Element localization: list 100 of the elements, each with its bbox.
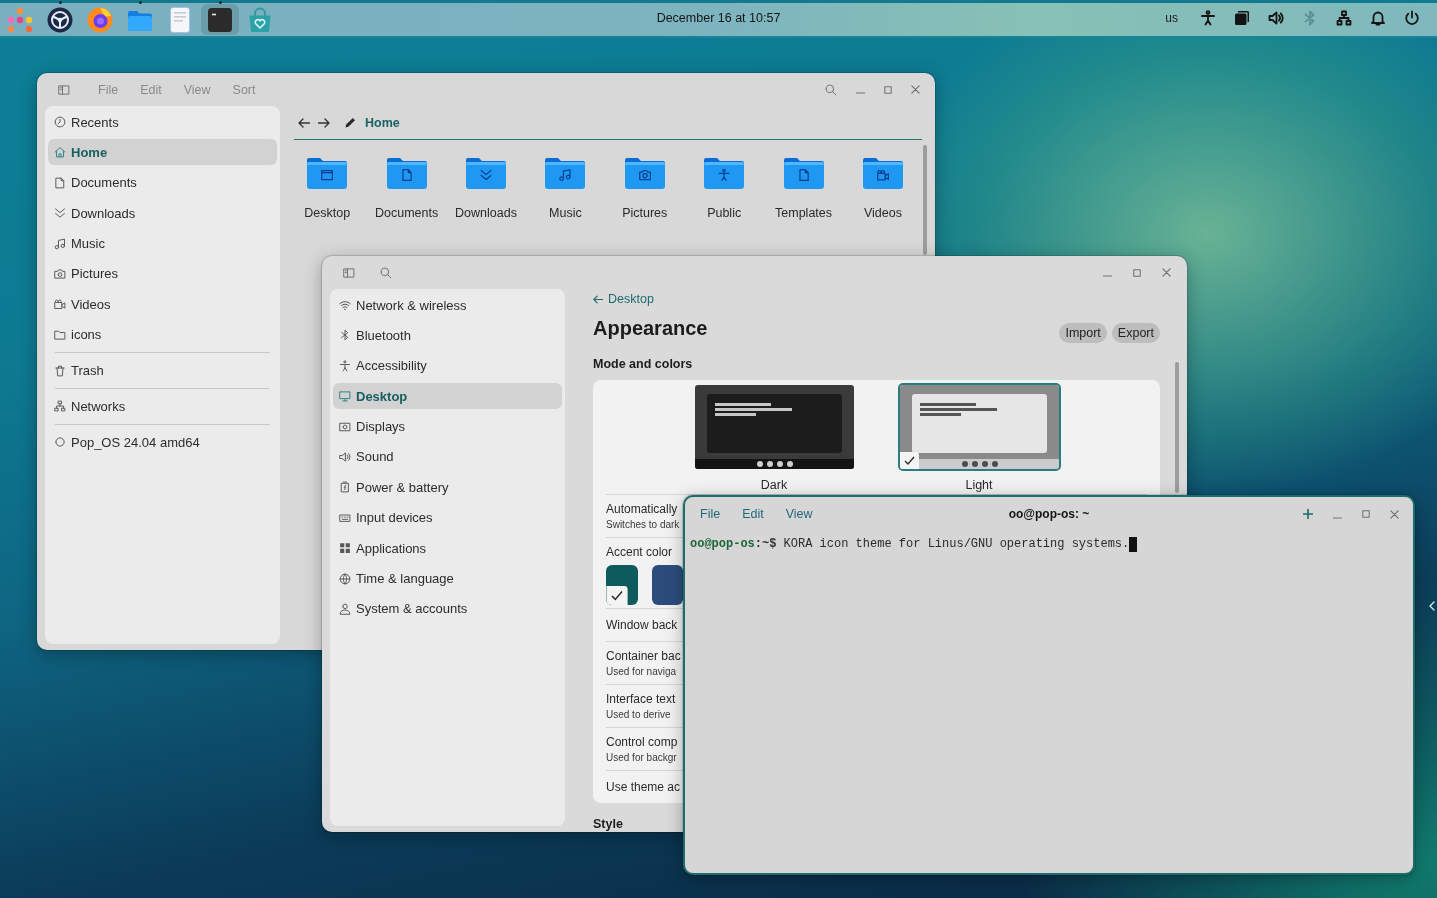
close-icon[interactable] — [911, 85, 920, 94]
terminal-icon — [207, 6, 233, 33]
pencil-icon[interactable] — [345, 117, 356, 128]
scrollbar-thumb[interactable] — [1175, 362, 1179, 493]
maximize-icon[interactable] — [884, 85, 892, 94]
sidebar-item[interactable]: Displays — [333, 413, 562, 440]
sidebar-item[interactable]: Time & language — [333, 565, 562, 592]
person-icon[interactable] — [1200, 10, 1216, 26]
stacked-squares-icon[interactable] — [1234, 10, 1250, 26]
folder-item[interactable]: Templates — [763, 157, 844, 221]
sidebar-item[interactable]: Trash — [48, 357, 277, 384]
search-icon[interactable] — [825, 83, 837, 96]
document-icon — [54, 176, 66, 189]
plus-icon[interactable] — [1303, 509, 1313, 519]
sidebar-item[interactable]: Pictures — [48, 260, 277, 287]
sidebar-toggle-icon[interactable] — [58, 83, 70, 96]
setting-title: Container bac — [606, 648, 681, 665]
forward-arrow-icon[interactable] — [318, 117, 330, 128]
sidebar-item[interactable]: Bluetooth — [333, 322, 562, 349]
chevron-icon[interactable] — [1429, 601, 1435, 611]
folder-icon — [307, 157, 348, 189]
folder-item[interactable]: Pictures — [605, 157, 685, 221]
page-title: Appearance — [593, 316, 708, 341]
folder-icon — [545, 157, 586, 189]
sidebar-item[interactable]: Recents — [48, 109, 277, 135]
setting-title: Control comp — [606, 734, 678, 751]
sidebar-item[interactable]: icons — [48, 321, 277, 348]
music-note-icon — [54, 237, 66, 250]
folder-item[interactable]: Videos — [843, 157, 923, 221]
dock-button[interactable] — [201, 4, 239, 35]
menu-item[interactable]: View — [785, 507, 813, 521]
folder-item[interactable]: Music — [525, 157, 606, 221]
bell-icon[interactable] — [1370, 10, 1386, 26]
close-icon[interactable] — [1162, 268, 1171, 277]
sidebar-item[interactable]: Applications — [333, 535, 562, 562]
trash-icon — [54, 364, 66, 377]
scrollbar-thumb[interactable] — [923, 145, 927, 255]
folder-icon — [54, 328, 66, 341]
keyboard-layout-indicator[interactable]: us — [1165, 11, 1178, 25]
setting-description: Used for naviga — [606, 665, 677, 679]
folder-icon — [704, 157, 745, 189]
breadcrumb-location[interactable]: Home — [365, 115, 400, 130]
power-icon[interactable] — [1404, 10, 1420, 26]
sidebar-toggle-icon[interactable] — [343, 266, 355, 279]
color-swatch[interactable] — [651, 565, 683, 605]
maximize-icon[interactable] — [1133, 268, 1141, 277]
speaker-icon[interactable] — [1268, 10, 1284, 26]
folder-item[interactable]: Public — [684, 157, 764, 221]
back-arrow-icon[interactable] — [298, 117, 310, 128]
back-link[interactable]: Desktop — [593, 290, 654, 308]
prompt-path: :~$ — [754, 536, 777, 553]
document-icon — [167, 6, 193, 33]
setting-description: Used for backgr — [606, 751, 677, 765]
section-heading: Style — [593, 816, 623, 832]
sidebar-item[interactable]: Accessibility — [333, 352, 562, 379]
folder-item[interactable]: Documents — [366, 157, 447, 221]
action-button[interactable]: Export — [1111, 323, 1160, 343]
folder-item[interactable]: Desktop — [287, 157, 367, 221]
setting-title: Use theme ac — [606, 779, 681, 796]
sidebar-item[interactable]: System & accounts — [333, 595, 562, 622]
folder-icon — [783, 157, 824, 189]
house-icon — [54, 146, 66, 159]
sidebar-item[interactable]: Music — [48, 230, 277, 257]
wifi-icon — [339, 299, 351, 311]
section-heading: Mode and colors — [593, 356, 693, 372]
folder-icon — [465, 157, 506, 189]
sidebar-item[interactable]: Input devices — [333, 504, 562, 531]
sidebar-item[interactable]: Home — [48, 139, 277, 166]
globe-icon — [339, 572, 351, 585]
sidebar-item[interactable]: Sound — [333, 443, 562, 470]
action-button[interactable]: Import — [1059, 323, 1107, 343]
sidebar-item[interactable]: Power & battery — [333, 474, 562, 501]
setting-title: Interface text — [606, 691, 676, 708]
sidebar-item[interactable]: Network & wireless — [333, 292, 562, 318]
theme-label: Dark — [760, 477, 788, 493]
keyboard-icon — [339, 511, 351, 524]
folder-icon — [624, 157, 665, 189]
person-icon — [339, 359, 351, 372]
sidebar-item[interactable]: Videos — [48, 291, 277, 318]
clock-icon — [54, 116, 66, 128]
setting-description: Used to derive — [606, 708, 671, 722]
sidebar-item[interactable]: Desktop — [333, 383, 562, 410]
clock-text[interactable]: December 16 at 10:57 — [656, 11, 781, 25]
search-icon[interactable] — [380, 266, 392, 279]
maximize-icon[interactable] — [1362, 510, 1370, 518]
sidebar-item[interactable]: Networks — [48, 393, 277, 420]
menu-item[interactable]: Edit — [742, 507, 764, 521]
sidebar-item[interactable]: Downloads — [48, 200, 277, 227]
sidebar-item[interactable]: Documents — [48, 169, 277, 196]
sidebar-item[interactable]: Pop_OS 24.04 amd64 — [48, 429, 277, 456]
menu-item[interactable]: File — [700, 507, 721, 521]
prompt-user: oo@pop-os — [690, 536, 755, 553]
network-icon[interactable] — [1336, 10, 1352, 26]
user-icon — [339, 602, 351, 615]
color-swatch[interactable] — [606, 565, 638, 605]
close-icon[interactable] — [1390, 509, 1399, 519]
theme-label: Light — [965, 477, 993, 493]
folder-item[interactable]: Downloads — [446, 157, 526, 221]
display-icon — [339, 420, 351, 433]
checkmark-icon — [606, 586, 628, 605]
